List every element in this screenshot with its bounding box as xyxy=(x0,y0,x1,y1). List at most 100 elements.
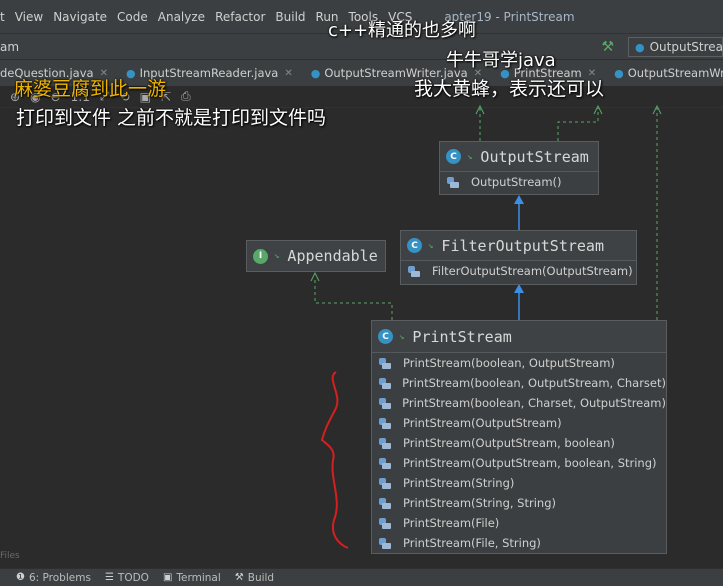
member-row[interactable]: PrintStream(String) xyxy=(372,473,666,493)
build-tool-button[interactable]: ⚒ Build xyxy=(235,572,274,584)
red-brace-annotation xyxy=(320,371,349,549)
member-label: PrintStream(String, String) xyxy=(403,496,556,510)
tab-label: OutputStreamWriter xyxy=(627,66,723,80)
member-label: PrintStream(File) xyxy=(403,516,500,530)
danmaku-comment: 打印到文件 之前不就是打印到文件吗 xyxy=(16,107,327,129)
constructor-icon xyxy=(407,265,420,278)
member-label: PrintStream(String) xyxy=(403,476,515,490)
abstract-marker-icon: ↘ xyxy=(467,151,473,162)
class-name: OutputStream xyxy=(480,147,589,166)
member-row[interactable]: PrintStream(File) xyxy=(372,513,666,533)
tab-outputstreamwriter-diagram[interactable]: ● OutputStreamWriter xyxy=(614,66,723,80)
public-marker-icon: ↘ xyxy=(274,251,280,261)
run-configuration-label: OutputStream xyxy=(649,40,723,54)
class-name: PrintStream xyxy=(412,327,512,346)
interface-name: Appendable xyxy=(287,247,378,265)
constructor-icon xyxy=(446,176,459,189)
constructor-icon xyxy=(378,457,391,470)
menu-item-view[interactable]: View xyxy=(15,10,43,24)
todo-label: TODO xyxy=(117,571,149,584)
terminal-tool-button[interactable]: ▣ Terminal xyxy=(163,572,221,584)
constructor-icon xyxy=(378,437,391,450)
problems-tool-button[interactable]: ❶ 6: Problems xyxy=(16,572,91,584)
danmaku-comment: 牛牛哥学java xyxy=(446,50,556,71)
constructor-icon xyxy=(378,537,391,550)
constructor-icon xyxy=(378,397,392,410)
member-row[interactable]: PrintStream(OutputStream, boolean) xyxy=(372,433,666,453)
member-row[interactable]: PrintStream(OutputStream, boolean, Strin… xyxy=(372,453,666,473)
member-label: PrintStream(boolean, OutputStream, Chars… xyxy=(402,376,666,390)
member-label: OutputStream() xyxy=(471,175,562,189)
class-node-outputstream[interactable]: C ↘ OutputStream OutputStream() xyxy=(439,141,599,195)
constructor-icon xyxy=(378,417,391,430)
constructor-icon xyxy=(378,477,391,490)
menu-item-navigate[interactable]: Navigate xyxy=(53,10,107,24)
run-configuration-select[interactable]: ● OutputStream xyxy=(628,37,723,57)
member-row[interactable]: PrintStream(String, String) xyxy=(372,493,666,513)
todo-tool-button[interactable]: ☰ TODO xyxy=(105,572,149,584)
side-panel-label[interactable]: Files xyxy=(0,551,20,561)
hammer-icon: ⚒ xyxy=(234,572,244,583)
member-label: PrintStream(OutputStream, boolean, Strin… xyxy=(403,456,657,470)
class-icon: ● xyxy=(635,40,645,54)
member-label: PrintStream(OutputStream, boolean) xyxy=(403,436,615,450)
menu-item-refactor[interactable]: Refactor xyxy=(215,10,265,24)
project-breadcrumb[interactable]: am xyxy=(0,40,19,54)
member-row[interactable]: PrintStream(boolean, OutputStream) xyxy=(372,353,666,373)
terminal-icon: ▣ xyxy=(162,572,173,583)
run-controls: ⚒ ● OutputStream xyxy=(601,37,723,57)
menu-item-analyze[interactable]: Analyze xyxy=(158,10,205,24)
implements-arrowhead xyxy=(310,271,320,282)
class-name: FilterOutputStream xyxy=(441,236,604,255)
interface-header: I ↘ Appendable xyxy=(247,241,385,271)
class-node-printstream[interactable]: C ↘ PrintStream PrintStream(boolean, Out… xyxy=(371,320,667,554)
member-label: PrintStream(File, String) xyxy=(403,536,541,550)
class-icon: C xyxy=(407,238,422,253)
class-icon: C xyxy=(378,329,393,344)
menu-item-build[interactable]: Build xyxy=(275,10,305,24)
member-label: PrintStream(boolean, OutputStream) xyxy=(403,356,615,370)
constructor-icon xyxy=(378,517,391,530)
build-label: Build xyxy=(247,571,275,584)
implements-arrow xyxy=(314,278,393,320)
class-icon: ● xyxy=(614,66,624,80)
class-header: C ↘ OutputStream xyxy=(440,142,598,172)
extends-arrowhead xyxy=(514,195,524,204)
class-icon: C xyxy=(446,149,461,164)
extends-arrowhead xyxy=(514,284,524,293)
constructor-icon xyxy=(378,497,391,510)
member-row[interactable]: PrintStream(OutputStream) xyxy=(372,413,666,433)
class-node-filteroutputstream[interactable]: C ↘ FilterOutputStream FilterOutputStrea… xyxy=(400,230,637,285)
problems-icon: ❶ xyxy=(16,572,25,583)
build-hammer-icon[interactable]: ⚒ xyxy=(601,39,614,55)
problems-label: 6: Problems xyxy=(28,571,91,584)
public-marker-icon: ↘ xyxy=(428,240,434,251)
member-row[interactable]: OutputStream() xyxy=(440,172,598,192)
member-label: FilterOutputStream(OutputStream) xyxy=(432,264,633,278)
constructor-icon xyxy=(378,377,392,390)
menu-item-file[interactable]: t xyxy=(0,10,5,24)
constructor-icon xyxy=(378,357,391,370)
danmaku-comment: 麻婆豆腐到此一游 xyxy=(14,78,167,100)
member-label: PrintStream(OutputStream) xyxy=(403,416,562,430)
class-header: C ↘ PrintStream xyxy=(372,321,666,353)
interface-node-appendable[interactable]: I ↘ Appendable xyxy=(246,240,386,272)
toolbar-button-9[interactable]: ⎙ xyxy=(181,89,191,104)
interface-icon: I xyxy=(253,248,268,264)
danmaku-comment: 我大黄蜂，表示还可以 xyxy=(414,78,605,100)
class-header: C ↘ FilterOutputStream xyxy=(401,231,636,261)
member-row[interactable]: FilterOutputStream(OutputStream) xyxy=(401,261,636,281)
close-icon[interactable]: ✕ xyxy=(284,68,292,79)
implements-arrow xyxy=(557,108,599,141)
public-marker-icon: ↘ xyxy=(399,331,405,342)
member-row[interactable]: PrintStream(boolean, OutputStream, Chars… xyxy=(372,373,666,393)
member-label: PrintStream(boolean, Charset, OutputStre… xyxy=(402,396,666,410)
member-row[interactable]: PrintStream(File, String) xyxy=(372,533,666,553)
terminal-label: Terminal xyxy=(176,571,221,584)
tool-window-bar: ❶ 6: Problems ☰ TODO ▣ Terminal ⚒ Build xyxy=(0,568,723,586)
class-icon: ● xyxy=(310,66,321,80)
list-icon: ☰ xyxy=(104,572,114,583)
menu-item-code[interactable]: Code xyxy=(117,10,148,24)
danmaku-comment: c++精通的也多啊 xyxy=(328,20,477,41)
member-row[interactable]: PrintStream(boolean, Charset, OutputStre… xyxy=(372,393,666,413)
